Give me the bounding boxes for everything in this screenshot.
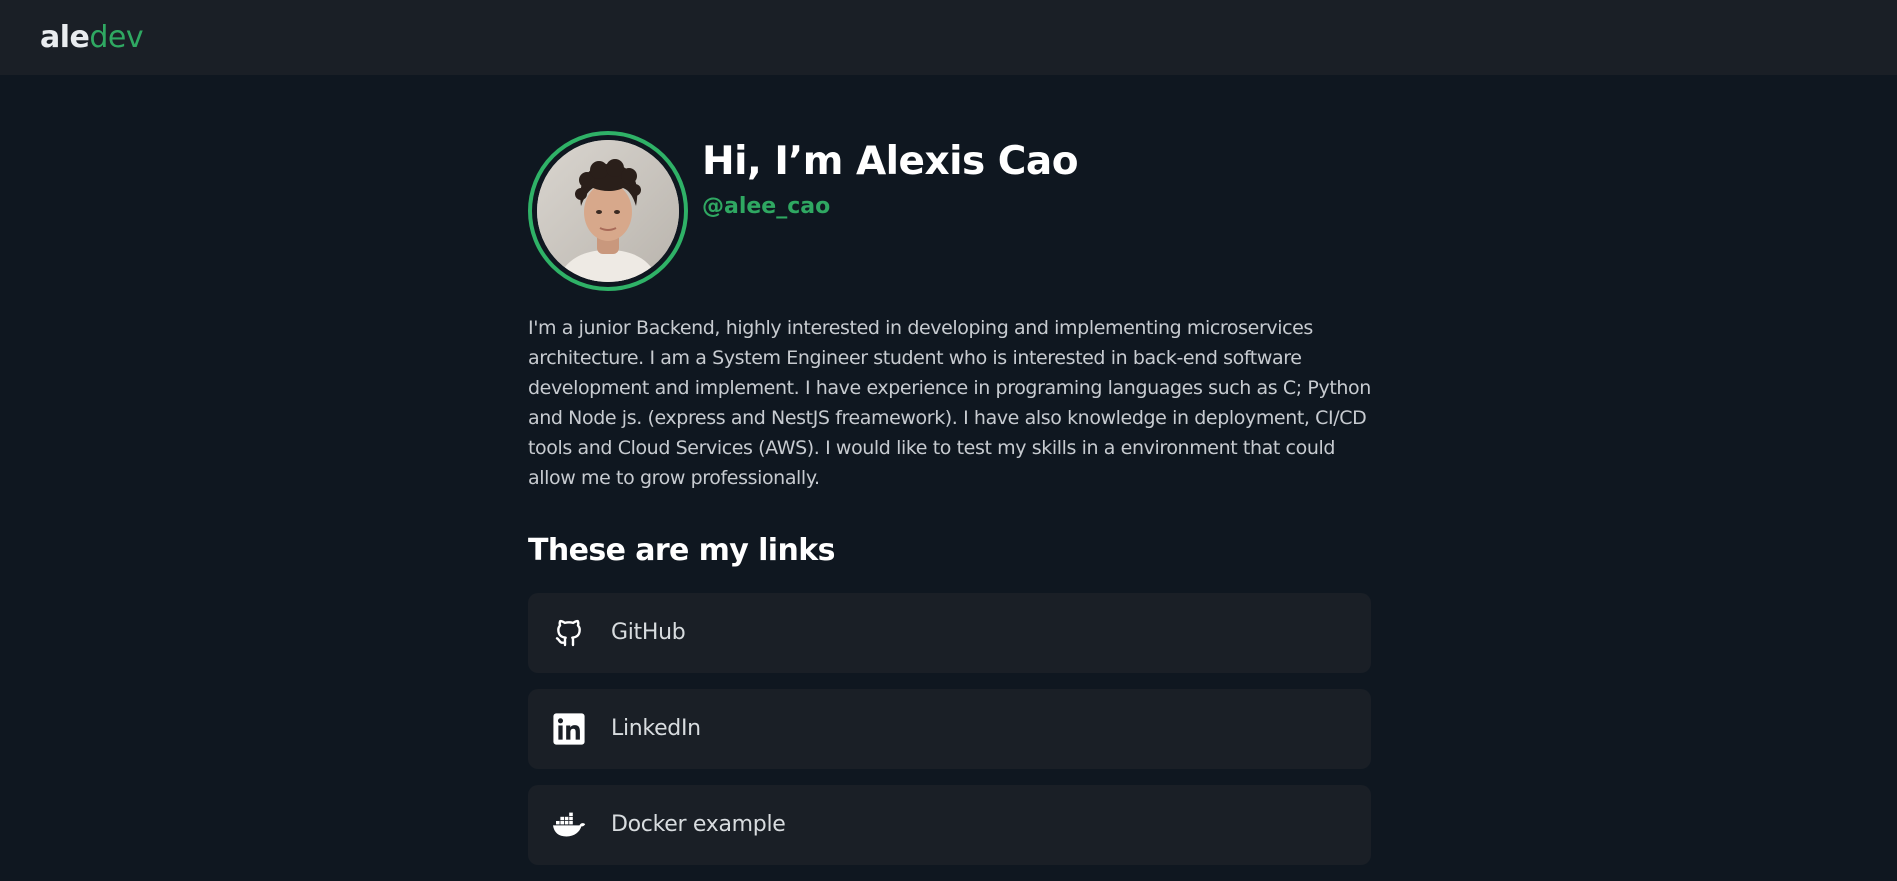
profile-bio: I'm a junior Backend, highly interested …	[528, 317, 1371, 489]
links-section-title: These are my links	[528, 533, 835, 568]
logo-text-ale: ale	[40, 20, 90, 55]
linkedin-icon	[552, 712, 586, 746]
link-label: LinkedIn	[611, 716, 701, 742]
docker-icon	[552, 808, 586, 842]
profile-text: Hi, I’m Alexis Cao @alee_cao	[702, 131, 1079, 219]
logo-text-dev: dev	[89, 20, 144, 55]
link-label: Docker example	[611, 812, 786, 838]
link-docker[interactable]: Docker example	[528, 784, 1371, 865]
site-logo[interactable]: aledev	[40, 20, 144, 55]
link-linkedin[interactable]: LinkedIn	[528, 688, 1371, 769]
avatar	[528, 131, 688, 291]
profile-handle[interactable]: @alee_cao	[702, 194, 830, 219]
link-label: GitHub	[611, 620, 686, 646]
links-list: GitHub LinkedIn Docker example	[528, 592, 1371, 865]
link-github[interactable]: GitHub	[528, 592, 1371, 673]
github-icon	[552, 616, 586, 650]
main-content: Hi, I’m Alexis Cao @alee_cao I'm a junio…	[528, 131, 1371, 881]
profile-header: Hi, I’m Alexis Cao @alee_cao	[528, 131, 1371, 291]
avatar-photo	[537, 140, 679, 282]
profile-name: Hi, I’m Alexis Cao	[702, 139, 1079, 184]
top-navbar: aledev	[0, 0, 1897, 75]
